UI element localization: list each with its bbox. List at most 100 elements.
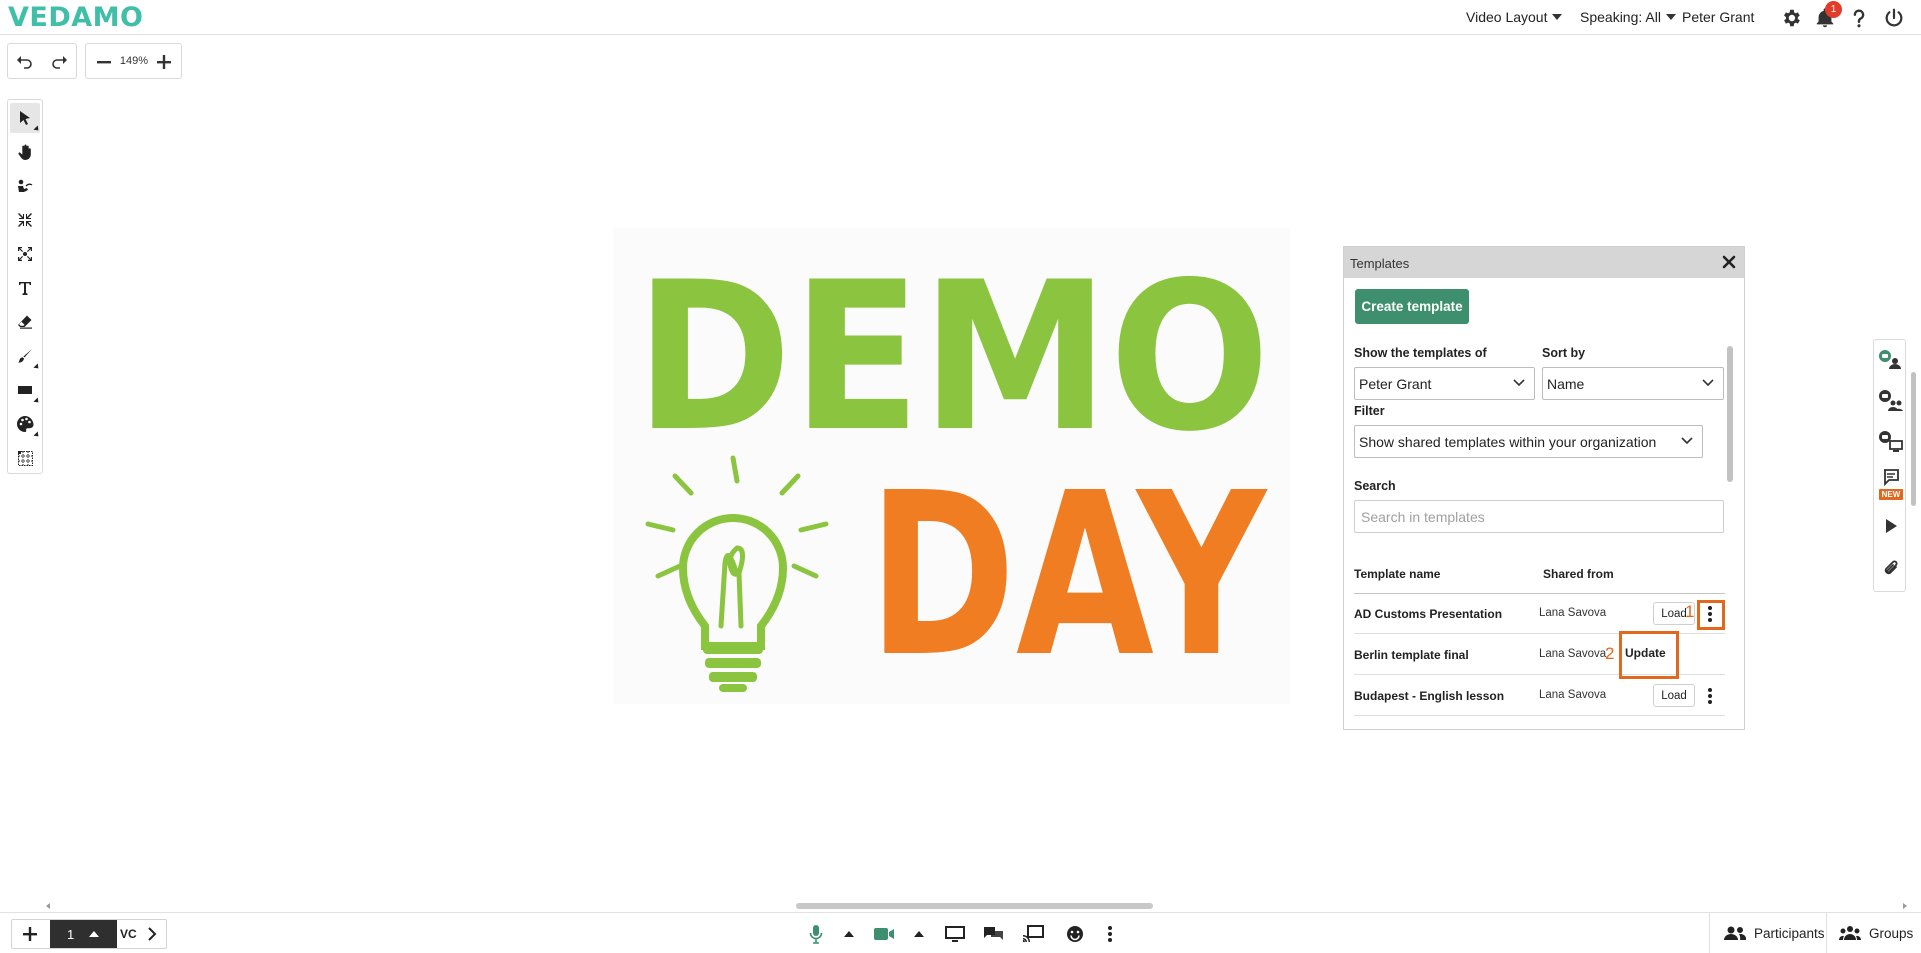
chevron-down-icon <box>1665 14 1676 20</box>
sort-by-value: Name <box>1547 375 1585 392</box>
canvas-vertical-scrollbar[interactable] <box>1911 372 1916 506</box>
lightbulb-icon <box>645 455 829 650</box>
template-name: AD Customs Presentation <box>1354 607 1503 621</box>
templates-panel-header: Templates <box>1344 247 1744 278</box>
gear-icon[interactable] <box>1780 7 1802 29</box>
sort-by-label: Sort by <box>1542 346 1586 360</box>
microphone-options-icon[interactable] <box>838 923 860 945</box>
scrollbar[interactable] <box>1725 346 1735 720</box>
shrink-icon[interactable] <box>10 205 40 235</box>
expand-icon[interactable] <box>10 239 40 269</box>
video-layout-label: Video Layout <box>1466 9 1548 25</box>
annotation-box-1 <box>1697 600 1725 630</box>
col-shared-from: Shared from <box>1543 567 1614 581</box>
add-page-icon[interactable] <box>12 920 48 948</box>
search-label: Search <box>1354 479 1396 493</box>
groups-label: Groups <box>1869 925 1914 941</box>
annotation-number-2: 2 <box>1605 644 1615 663</box>
chevron-up-icon[interactable] <box>88 930 100 938</box>
participants-icon <box>1724 926 1746 940</box>
attachment-icon[interactable] <box>1878 555 1904 581</box>
brush-icon[interactable] <box>10 341 41 371</box>
day-text: DAY <box>868 445 1268 704</box>
filter-select[interactable]: Show shared templates within your organi… <box>1354 425 1703 458</box>
lightbulb-base <box>703 644 763 692</box>
group-video-layout-icon[interactable] <box>1878 389 1904 415</box>
page-label: VC <box>120 927 137 941</box>
camera-icon[interactable] <box>873 923 895 945</box>
page-number: 1 <box>67 926 75 942</box>
template-name: Budapest - English lesson <box>1354 689 1505 703</box>
canvas-horizontal-scrollbar[interactable] <box>796 903 1153 909</box>
more-options-icon[interactable] <box>1703 686 1717 706</box>
table-row[interactable]: Budapest - English lesson Lana Savova Lo… <box>1354 676 1725 716</box>
shared-from: Lana Savova <box>1539 607 1607 619</box>
cast-icon[interactable] <box>1022 923 1044 945</box>
load-button[interactable]: Load <box>1653 684 1695 707</box>
col-template-name: Template name <box>1354 567 1441 581</box>
sort-by-select[interactable]: Name <box>1542 367 1724 400</box>
speaking-label: Speaking: All <box>1580 9 1661 25</box>
palette-icon[interactable] <box>10 409 41 439</box>
screen-share-icon[interactable] <box>944 923 966 945</box>
annotation-number-1: 1 <box>1685 602 1695 621</box>
microphone-icon[interactable] <box>805 923 827 945</box>
create-template-button[interactable]: Create template <box>1355 289 1469 324</box>
scroll-left-icon[interactable] <box>46 903 50 909</box>
demo-day-image[interactable]: DEMO DAY <box>613 228 1290 704</box>
next-page-icon[interactable] <box>147 926 157 942</box>
speaking-dropdown[interactable]: Speaking: All <box>1580 9 1676 25</box>
scroll-right-icon[interactable] <box>1903 903 1907 909</box>
search-input[interactable] <box>1354 500 1724 533</box>
grid-icon[interactable] <box>10 443 40 473</box>
help-icon[interactable] <box>1848 7 1870 29</box>
chat-icon[interactable] <box>982 923 1004 945</box>
undo-icon[interactable] <box>15 52 35 72</box>
scrollbar-thumb[interactable] <box>1727 346 1733 482</box>
show-templates-select[interactable]: Peter Grant <box>1354 367 1535 400</box>
user-name[interactable]: Peter Grant <box>1682 9 1754 25</box>
notification-badge: 1 <box>1825 1 1842 18</box>
chevron-down-icon <box>1513 379 1525 387</box>
table-row[interactable]: AD Customs Presentation Lana Savova Load <box>1354 594 1725 634</box>
emoji-icon[interactable] <box>1064 923 1086 945</box>
laser-pointer-icon[interactable] <box>10 171 40 201</box>
participants-label: Participants <box>1754 925 1825 941</box>
zoom-out-icon[interactable] <box>94 52 114 72</box>
current-page[interactable]: 1 <box>50 920 117 948</box>
play-icon[interactable] <box>1878 513 1904 539</box>
redo-icon[interactable] <box>49 52 69 72</box>
power-icon[interactable] <box>1883 7 1905 29</box>
hand-icon[interactable] <box>10 137 40 167</box>
screen-video-layout-icon[interactable] <box>1878 430 1904 456</box>
demo-text: DEMO <box>635 239 1270 477</box>
bottom-bar: 1 VC Participants Groups <box>0 912 1921 953</box>
show-templates-label: Show the templates of <box>1354 346 1487 360</box>
undo-redo-group <box>7 43 77 79</box>
template-name: Berlin template final <box>1354 648 1469 662</box>
vedamo-logo: VEDAMO <box>8 2 144 33</box>
show-templates-value: Peter Grant <box>1359 375 1432 392</box>
chevron-down-icon <box>1681 437 1693 445</box>
groups-button[interactable]: Groups <box>1826 913 1921 953</box>
close-icon[interactable] <box>1720 253 1738 271</box>
zoom-group: 149% <box>85 43 182 79</box>
select-tool-icon[interactable] <box>10 103 41 133</box>
shared-from: Lana Savova <box>1539 689 1607 701</box>
drawing-toolbar <box>7 99 43 474</box>
annotation-box-2 <box>1619 631 1679 679</box>
filter-value: Show shared templates within your organi… <box>1359 433 1657 450</box>
rectangle-shape-icon[interactable] <box>10 375 41 405</box>
more-options-icon[interactable] <box>1099 923 1121 945</box>
notes-icon[interactable] <box>1878 464 1904 490</box>
participants-button[interactable]: Participants <box>1709 913 1826 953</box>
zoom-in-icon[interactable] <box>154 52 174 72</box>
single-video-layout-icon[interactable] <box>1878 348 1904 374</box>
camera-options-icon[interactable] <box>908 923 930 945</box>
groups-icon <box>1839 926 1861 940</box>
eraser-icon[interactable] <box>10 307 40 337</box>
zoom-level: 149% <box>119 55 149 67</box>
video-layout-dropdown[interactable]: Video Layout <box>1466 9 1563 25</box>
text-tool-icon[interactable] <box>10 273 40 303</box>
shared-from: Lana Savova <box>1539 648 1607 660</box>
